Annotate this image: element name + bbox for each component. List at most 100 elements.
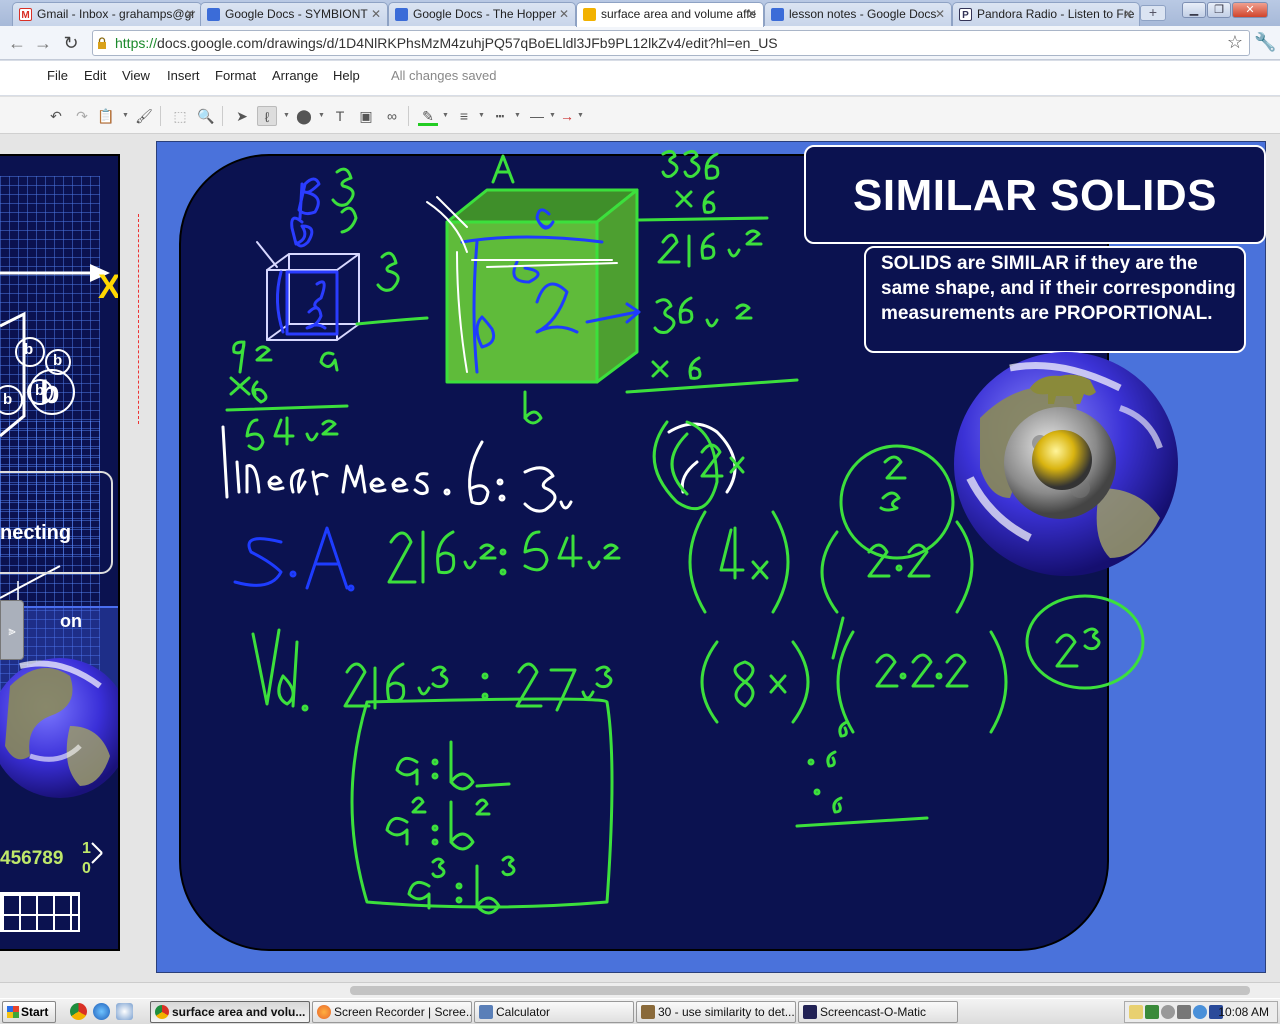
badge-letter: b — [24, 341, 34, 358]
wrench-icon[interactable]: 🔧 — [1254, 32, 1276, 53]
reload-icon[interactable]: ↻ — [60, 32, 82, 54]
paste-icon[interactable]: 📋 — [96, 106, 116, 126]
toolbar-divider — [160, 106, 161, 126]
tab-hopper[interactable]: Google Docs - The Hopper ✕ — [388, 2, 576, 26]
task-screen-recorder[interactable]: Screen Recorder | Scree... — [312, 1001, 472, 1023]
tab-surface-area[interactable]: surface area and volume affe ✕ — [576, 2, 764, 27]
start-button[interactable]: Start — [2, 1001, 56, 1023]
folder-icon[interactable] — [1129, 1005, 1143, 1019]
save-status: All changes saved — [391, 68, 497, 83]
menu-edit[interactable]: Edit — [84, 68, 106, 83]
restore-button[interactable]: ❐ — [1207, 2, 1231, 18]
axis-letter: X — [98, 268, 120, 306]
left-slide-thumbnail[interactable]: X b b b b b necting on 456789 1 0 — [0, 154, 120, 951]
zoom-fit-icon[interactable]: ⬚ — [170, 106, 190, 126]
task-calculator[interactable]: Calculator — [474, 1001, 634, 1023]
line-start-icon[interactable]: — — [526, 106, 548, 126]
document-icon — [641, 1005, 655, 1019]
docs-icon — [771, 8, 784, 21]
shape-icon[interactable]: ⬤ — [294, 106, 314, 126]
tab-title: Gmail - Inbox - grahamps@gr — [37, 7, 196, 21]
task-label: Calculator — [496, 1005, 551, 1019]
handwritten-ink-layer[interactable] — [157, 142, 1267, 974]
chevron-down-icon[interactable]: ▼ — [318, 106, 325, 126]
scrollbar-thumb[interactable] — [350, 986, 1250, 995]
chevron-down-icon[interactable]: ▼ — [478, 106, 485, 126]
menu-insert[interactable]: Insert — [167, 68, 200, 83]
menu-format[interactable]: Format — [215, 68, 256, 83]
menu-file[interactable]: File — [47, 68, 68, 83]
task-label: Screencast-O-Matic — [820, 1005, 927, 1019]
clock[interactable]: 10:08 AM — [1218, 1005, 1269, 1019]
bookmark-star-icon[interactable]: ☆ — [1227, 32, 1243, 53]
chevron-down-icon[interactable]: ▼ — [122, 106, 129, 126]
pandora-icon: P — [959, 8, 972, 21]
task-surface-area[interactable]: surface area and volu... — [150, 1001, 310, 1023]
tab-pandora[interactable]: P Pandora Radio - Listen to Fre ✕ — [952, 2, 1140, 26]
tab-title: Pandora Radio - Listen to Fre — [977, 7, 1135, 21]
drawing-toolbar: ↶ ↷ 📋 ▼ 🖌 ⬚ 🔍 ➤ ℓ ▼ ⬤ ▼ T ▣ ∞ ✎ ▼ ≡ ▼ ┅ … — [0, 96, 1280, 134]
task-similarity[interactable]: 30 - use similarity to det... — [636, 1001, 796, 1023]
chevron-down-icon[interactable]: ▼ — [577, 106, 584, 126]
toolbar-divider — [222, 106, 223, 126]
back-icon[interactable]: ← — [6, 32, 28, 54]
tab-title: lesson notes - Google Docs — [789, 7, 937, 21]
tab-symbiont[interactable]: Google Docs - SYMBIONT ✕ — [200, 2, 388, 26]
chevron-down-icon[interactable]: ▼ — [283, 106, 290, 126]
close-icon[interactable]: ✕ — [1123, 3, 1133, 25]
close-icon[interactable]: ✕ — [371, 3, 381, 25]
line-dash-icon[interactable]: ┅ — [490, 106, 510, 126]
chevron-down-icon[interactable]: ▼ — [442, 106, 449, 126]
browser-tab-strip: M Gmail - Inbox - grahamps@gr ✕ Google D… — [0, 0, 1280, 27]
close-icon[interactable]: ✕ — [559, 3, 569, 25]
network-icon[interactable] — [1177, 1005, 1191, 1019]
tab-lesson-notes[interactable]: lesson notes - Google Docs ✕ — [764, 2, 952, 26]
docs-icon — [207, 8, 220, 21]
window-close-button[interactable]: ✕ — [1232, 2, 1268, 18]
badge-letter: b — [3, 391, 13, 408]
windows-taskbar: Start surface area and volu... Screen Re… — [0, 998, 1280, 1024]
scribble-line-icon[interactable]: ℓ — [257, 106, 277, 126]
drawings-icon — [583, 8, 596, 21]
menu-arrange[interactable]: Arrange — [272, 68, 318, 83]
line-weight-icon[interactable]: ≡ — [454, 106, 474, 126]
update-icon[interactable] — [1193, 1005, 1207, 1019]
new-tab-button[interactable]: + — [1140, 5, 1166, 21]
ie-icon[interactable] — [93, 1003, 110, 1020]
chrome-icon — [155, 1005, 169, 1019]
address-bar[interactable]: https://docs.google.com/drawings/d/1D4Nl… — [92, 30, 1250, 56]
redo-icon[interactable]: ↷ — [72, 106, 92, 126]
close-icon[interactable]: ✕ — [935, 3, 945, 25]
close-icon[interactable]: ✕ — [747, 3, 757, 25]
chevron-down-icon[interactable]: ▼ — [514, 106, 521, 126]
link-icon[interactable]: ∞ — [382, 106, 402, 126]
chrome-icon[interactable] — [70, 1003, 87, 1020]
tab-title: surface area and volume affe — [601, 7, 757, 21]
horizontal-scrollbar[interactable] — [0, 982, 1280, 998]
shield-icon[interactable] — [1145, 1005, 1159, 1019]
select-arrow-icon[interactable]: ➤ — [232, 106, 252, 126]
undo-icon[interactable]: ↶ — [46, 106, 66, 126]
text-box-icon[interactable]: T — [330, 106, 350, 126]
tab-gmail[interactable]: M Gmail - Inbox - grahamps@gr ✕ — [12, 2, 202, 26]
docs-icon — [395, 8, 408, 21]
minimize-button[interactable]: ▁ — [1182, 2, 1206, 18]
line-end-icon[interactable]: → — [558, 106, 576, 126]
forward-icon[interactable]: → — [32, 32, 54, 54]
volume-icon[interactable] — [1161, 1005, 1175, 1019]
screencast-icon — [803, 1005, 817, 1019]
image-icon[interactable]: ▣ — [356, 106, 376, 126]
task-screencast[interactable]: Screencast-O-Matic — [798, 1001, 958, 1023]
line-color-icon[interactable]: ✎ — [418, 106, 438, 126]
chevron-down-icon[interactable]: ▼ — [549, 106, 556, 126]
lock-icon — [98, 37, 106, 49]
menu-help[interactable]: Help — [333, 68, 360, 83]
close-icon[interactable]: ✕ — [185, 3, 195, 25]
main-slide[interactable]: SIMILAR SOLIDS SOLIDS are SIMILAR if the… — [156, 141, 1266, 973]
desktop-icon[interactable] — [116, 1003, 133, 1020]
panel-collapse-handle[interactable]: ⫸ — [0, 600, 24, 660]
menu-view[interactable]: View — [122, 68, 150, 83]
paint-format-icon[interactable]: 🖌 — [134, 106, 154, 126]
firefox-icon — [317, 1005, 331, 1019]
zoom-icon[interactable]: 🔍 — [196, 106, 216, 126]
